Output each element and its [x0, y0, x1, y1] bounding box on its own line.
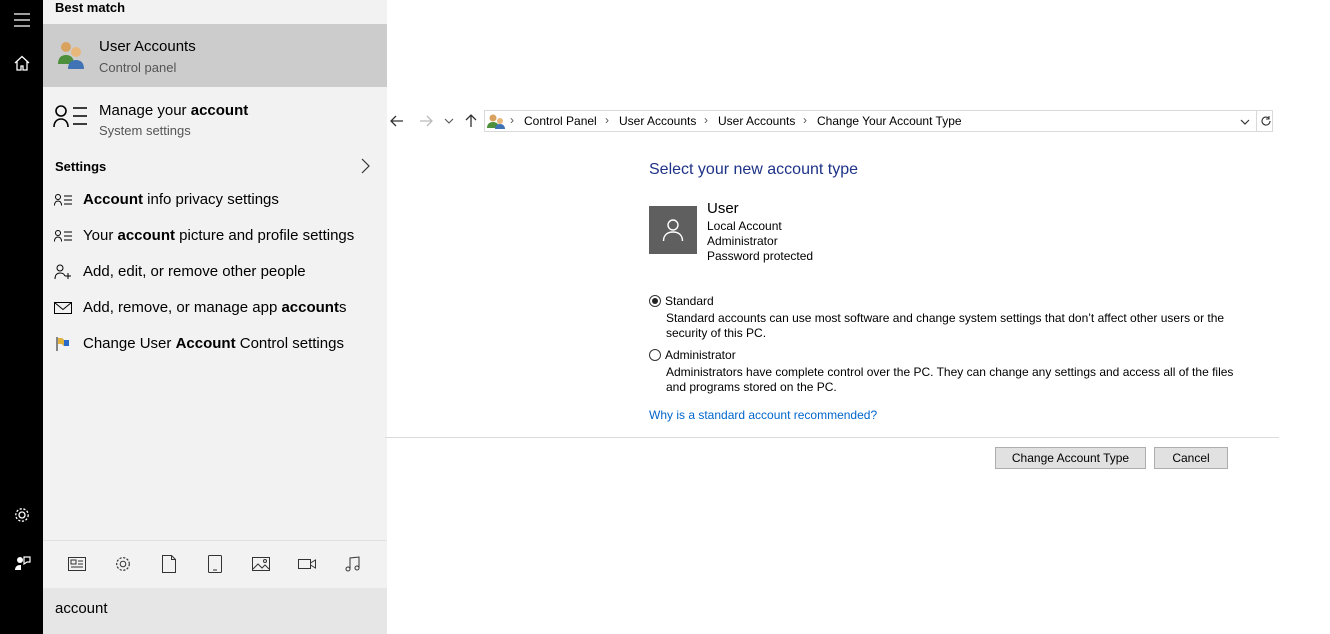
search-results-panel: Best match User Accounts Control panel M…: [43, 0, 387, 634]
change-account-type-button[interactable]: Change Account Type: [995, 447, 1146, 469]
search-query-text: account: [55, 600, 108, 617]
user-avatar: [649, 206, 697, 254]
up-arrow-icon[interactable]: [462, 112, 480, 130]
hamburger-menu-icon[interactable]: [0, 0, 43, 40]
user-password-status: Password protected: [707, 249, 814, 263]
manage-account-result[interactable]: Manage your account System settings: [43, 90, 387, 146]
setting-add-people[interactable]: Add, edit, or remove other people: [43, 255, 387, 289]
administrator-label[interactable]: Administrator: [665, 348, 736, 362]
breadcrumb-separator: ›: [803, 113, 807, 127]
settings-header: Settings: [55, 159, 107, 174]
breadcrumb-control-panel[interactable]: Control Panel: [524, 114, 597, 128]
standard-label[interactable]: Standard: [665, 294, 714, 308]
best-match-result[interactable]: User Accounts Control panel: [43, 24, 387, 87]
feedback-icon[interactable]: [0, 543, 43, 583]
news-icon[interactable]: [67, 554, 87, 574]
user-accounts-icon: [55, 38, 87, 70]
breadcrumb-change-account-type[interactable]: Change Your Account Type: [817, 114, 962, 128]
divider: [385, 437, 1279, 438]
manage-account-title: Manage your account: [99, 102, 249, 119]
best-match-subtitle: Control panel: [99, 60, 177, 75]
setting-label: Your account picture and profile setting…: [83, 227, 355, 244]
recent-locations-chevron-icon[interactable]: [442, 112, 456, 130]
user-account-type: Local Account: [707, 219, 782, 233]
account-picture-icon: [53, 228, 73, 244]
user-name: User: [707, 200, 739, 217]
setting-account-picture[interactable]: Your account picture and profile setting…: [43, 219, 387, 253]
search-filter-bar: [43, 540, 387, 587]
forward-arrow-icon[interactable]: [417, 112, 435, 130]
administrator-description: Administrators have complete control ove…: [666, 365, 1234, 394]
setting-label: Account info privacy settings: [83, 191, 279, 208]
add-person-icon: [53, 264, 73, 280]
account-list-icon: [53, 104, 89, 128]
best-match-title: User Accounts: [99, 38, 196, 55]
standard-description: Standard accounts can use most software …: [666, 311, 1225, 340]
settings-gear-icon[interactable]: [0, 495, 43, 535]
back-arrow-icon[interactable]: [388, 112, 406, 130]
document-icon[interactable]: [159, 554, 179, 574]
music-icon[interactable]: [343, 554, 363, 574]
person-icon: [662, 219, 684, 242]
mail-icon: [53, 300, 73, 316]
page-heading: Select your new account type: [649, 161, 859, 178]
home-icon[interactable]: [0, 43, 43, 83]
setting-uac[interactable]: Change User Account Control settings: [43, 327, 387, 361]
user-role: Administrator: [707, 234, 778, 248]
address-bar[interactable]: › Control Panel › User Accounts › User A…: [484, 110, 1273, 132]
breadcrumb-user-accounts[interactable]: User Accounts: [619, 114, 696, 128]
breadcrumb-separator: ›: [704, 113, 708, 127]
breadcrumb-user-accounts-2[interactable]: User Accounts: [718, 114, 795, 128]
chevron-right-icon[interactable]: [357, 156, 373, 176]
cancel-button[interactable]: Cancel: [1154, 447, 1228, 469]
image-icon[interactable]: [251, 554, 271, 574]
refresh-icon[interactable]: [1256, 111, 1274, 131]
administrator-radio[interactable]: [649, 349, 661, 361]
flag-icon: [53, 336, 73, 352]
setting-app-accounts[interactable]: Add, remove, or manage app accounts: [43, 291, 387, 325]
setting-account-info-privacy[interactable]: Account info privacy settings: [43, 183, 387, 217]
account-info-icon: [53, 192, 73, 208]
setting-label: Add, edit, or remove other people: [83, 263, 306, 280]
start-rail: [0, 0, 43, 634]
manage-account-subtitle: System settings: [99, 123, 191, 138]
tablet-icon[interactable]: [205, 554, 225, 574]
control-panel-icon: [487, 113, 505, 129]
setting-label: Add, remove, or manage app accounts: [83, 299, 347, 316]
breadcrumb-separator: ›: [510, 113, 514, 127]
address-dropdown-icon[interactable]: [1239, 115, 1251, 127]
breadcrumb-separator: ›: [605, 113, 609, 127]
setting-label: Change User Account Control settings: [83, 335, 344, 352]
standard-account-help-link[interactable]: Why is a standard account recommended?: [649, 408, 877, 422]
best-match-header: Best match: [55, 0, 126, 15]
search-box[interactable]: account: [43, 588, 387, 634]
video-icon[interactable]: [297, 554, 317, 574]
standard-radio[interactable]: [649, 295, 661, 307]
gear-icon[interactable]: [113, 554, 133, 574]
